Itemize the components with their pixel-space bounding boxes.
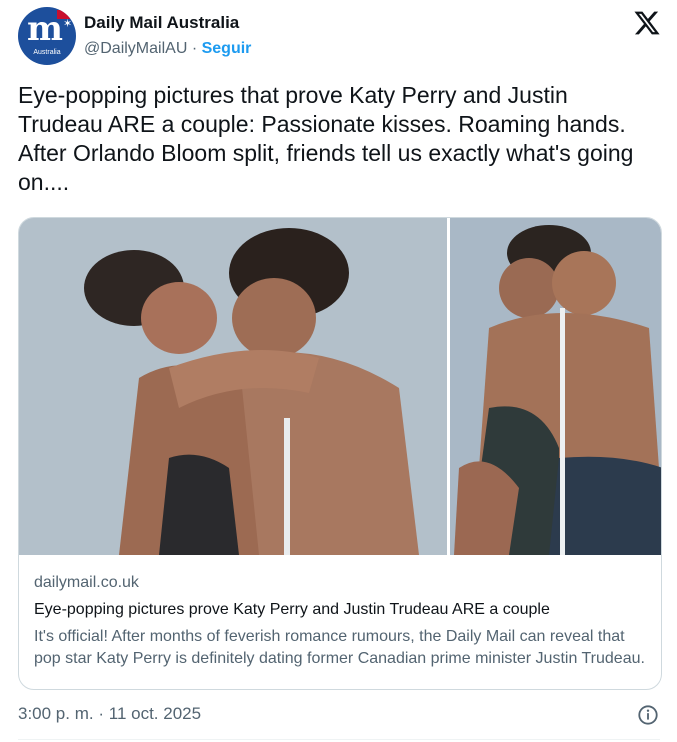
tweet-text: Eye-popping pictures that prove Katy Per… [18,82,634,195]
tweet-timestamp[interactable]: 3:00 p. m. · 11 oct. 2025 [18,704,201,724]
bottom-divider [18,739,660,740]
avatar-subtext: Australia [33,49,61,56]
author-name[interactable]: Daily Mail Australia [84,13,239,33]
x-logo-icon[interactable] [633,9,661,37]
avatar-logo-letter: m [27,9,63,49]
tweet-header: m ✶ Australia Daily Mail Australia @Dail… [18,7,663,69]
author-avatar[interactable]: m ✶ Australia [18,7,76,65]
tweet-date: 11 oct. 2025 [108,704,202,723]
author-handle[interactable]: @DailyMailAU [84,40,187,57]
handle-separator: · [191,40,198,57]
author-handle-row: @DailyMailAU · Seguir [84,39,251,59]
info-icon[interactable] [637,704,659,726]
tweet-time: 3:00 p. m. [18,704,94,723]
link-preview-card[interactable]: dailymail.co.uk Eye-popping pictures pro… [18,217,662,690]
follow-button[interactable]: Seguir [202,40,252,57]
timestamp-separator: · [98,704,105,723]
card-description: It's official! After months of feverish … [34,628,645,667]
card-media-image[interactable] [19,218,662,555]
card-title[interactable]: Eye-popping pictures prove Katy Perry an… [34,600,649,620]
card-domain: dailymail.co.uk [34,574,139,591]
avatar-star-icon: ✶ [63,18,73,30]
card-body[interactable]: dailymail.co.uk Eye-popping pictures pro… [34,573,649,670]
